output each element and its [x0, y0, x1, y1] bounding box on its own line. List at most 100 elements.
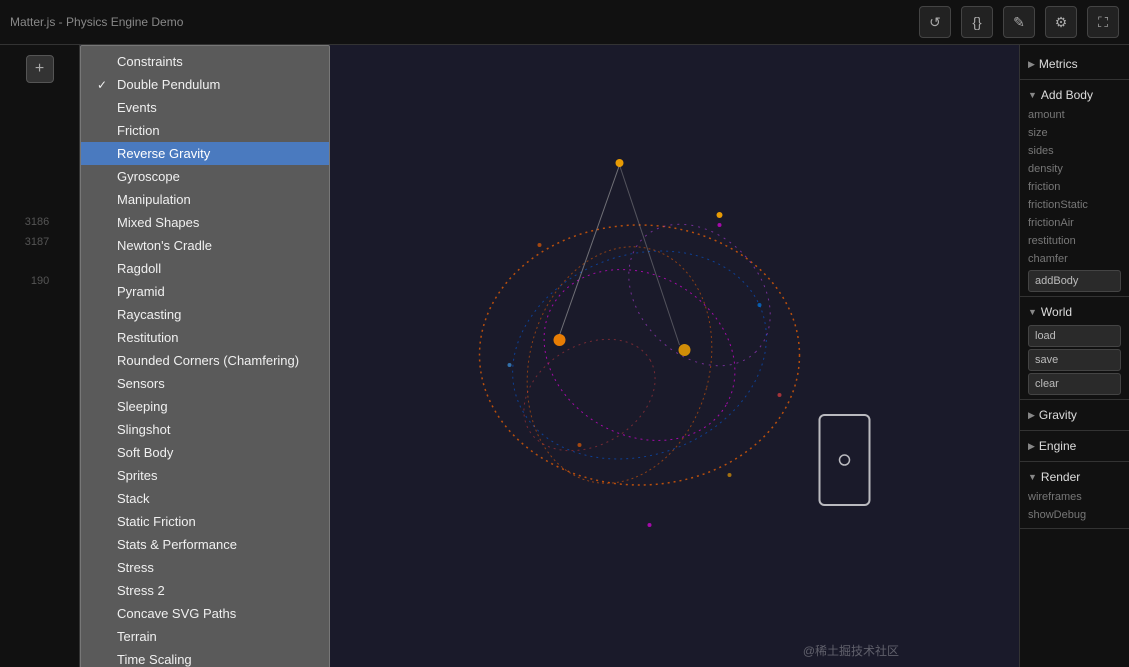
number-3186: 3186 [25, 213, 49, 233]
sidebar-section-header-engine[interactable]: ▶ Engine [1020, 435, 1129, 457]
fullscreen-button[interactable]: ⛶ [1087, 6, 1119, 38]
section-divider [1020, 79, 1129, 80]
dropdown-item-restitution[interactable]: Restitution [81, 326, 329, 349]
left-sidebar: + 3186 3187 190 [0, 45, 80, 667]
size-label: size [1020, 124, 1129, 142]
dropdown-item-rounded-corners-chamfering[interactable]: Rounded Corners (Chamfering) [81, 349, 329, 372]
dropdown-item-events[interactable]: Events [81, 96, 329, 119]
sidebar-section-header-render[interactable]: ▼ Render [1020, 466, 1129, 488]
dropdown-item-label: Soft Body [117, 445, 173, 460]
dropdown-item-sprites[interactable]: Sprites [81, 464, 329, 487]
section-divider [1020, 399, 1129, 400]
toolbar-title: Matter.js - Physics Engine Demo [10, 15, 909, 29]
dropdown-item-label: Constraints [117, 54, 183, 69]
dropdown-item-raycasting[interactable]: Raycasting [81, 303, 329, 326]
dropdown-item-label: Pyramid [117, 284, 165, 299]
dropdown-item-label: Ragdoll [117, 261, 161, 276]
dropdown-item-label: Double Pendulum [117, 77, 220, 92]
dropdown-item-constraints[interactable]: Constraints [81, 50, 329, 73]
canvas-area[interactable]: Constraints ✓Double Pendulum Events Frictio… [80, 45, 1019, 667]
dropdown-item-stress[interactable]: Stress [81, 556, 329, 579]
dropdown-item-label: Manipulation [117, 192, 191, 207]
sidebar-numbers: 3186 3187 190 [25, 213, 54, 292]
right-sidebar: ▶Metrics▼Add Bodyamountsizesidesdensityf… [1019, 45, 1129, 667]
dropdown-item-label: Rounded Corners (Chamfering) [117, 353, 299, 368]
load-button[interactable]: load [1028, 325, 1121, 347]
sidebar-section-header-gravity[interactable]: ▶Gravity [1020, 404, 1129, 426]
settings-button[interactable]: ⚙ [1045, 6, 1077, 38]
section-divider [1020, 528, 1129, 529]
chevron-right-icon: ▶ [1028, 59, 1035, 70]
toolbar: Matter.js - Physics Engine Demo ↺ {} ✎ ⚙… [0, 0, 1129, 45]
refresh-button[interactable]: ↺ [919, 6, 951, 38]
section-title: Gravity [1039, 408, 1077, 422]
section-title: Render [1041, 470, 1080, 484]
addBody-button[interactable]: addBody [1028, 270, 1121, 292]
dropdown-item-concave-svg-paths[interactable]: Concave SVG Paths [81, 602, 329, 625]
dropdown-item-stats--performance[interactable]: Stats & Performance [81, 533, 329, 556]
dropdown-item-label: Gyroscope [117, 169, 180, 184]
dropdown-item-stack[interactable]: Stack [81, 487, 329, 510]
dropdown-item-double-pendulum[interactable]: ✓Double Pendulum [81, 73, 329, 96]
sidebar-section-header-world[interactable]: ▼World [1020, 301, 1129, 323]
dropdown-item-label: Events [117, 100, 157, 115]
chevron-down-icon: ▼ [1028, 90, 1037, 100]
section-title: Engine [1039, 439, 1076, 453]
dropdown-item-label: Terrain [117, 629, 157, 644]
dropdown-item-label: Mixed Shapes [117, 215, 199, 230]
dropdown-item-reverse-gravity[interactable]: Reverse Gravity [81, 142, 329, 165]
section-divider [1020, 461, 1129, 462]
dropdown-item-label: Stress [117, 560, 154, 575]
dropdown-item-label: Stress 2 [117, 583, 165, 598]
dropdown-item-label: Concave SVG Paths [117, 606, 236, 621]
dropdown-item-sleeping[interactable]: Sleeping [81, 395, 329, 418]
dropdown-item-label: Stack [117, 491, 150, 506]
dropdown-item-label: Time Scaling [117, 652, 192, 667]
draw-button[interactable]: ✎ [1003, 6, 1035, 38]
dropdown-item-label: Stats & Performance [117, 537, 237, 552]
main-layout: + 3186 3187 190 Constraints ✓Double Pendu… [0, 45, 1129, 667]
sides-label: sides [1020, 142, 1129, 160]
sidebar-section-header-add-body[interactable]: ▼ Add Body [1020, 84, 1129, 106]
dropdown-item-stress-2[interactable]: Stress 2 [81, 579, 329, 602]
clear-button[interactable]: clear [1028, 373, 1121, 395]
chevron-down-icon: ▼ [1028, 472, 1037, 482]
dropdown-item-soft-body[interactable]: Soft Body [81, 441, 329, 464]
dropdown-item-pyramid[interactable]: Pyramid [81, 280, 329, 303]
restitution-label: restitution [1020, 232, 1129, 250]
sidebar-section-render: ▼ Render wireframesshowDebug [1020, 466, 1129, 529]
dropdown-item-manipulation[interactable]: Manipulation [81, 188, 329, 211]
dropdown-item-mixed-shapes[interactable]: Mixed Shapes [81, 211, 329, 234]
section-title: Add Body [1041, 88, 1093, 102]
section-title: World [1041, 305, 1072, 319]
dropdown-item-friction[interactable]: Friction [81, 119, 329, 142]
dropdown-item-label: Slingshot [117, 422, 170, 437]
dropdown-item-label: Sleeping [117, 399, 168, 414]
dropdown-item-label: Static Friction [117, 514, 196, 529]
dropdown-item-sensors[interactable]: Sensors [81, 372, 329, 395]
dropdown-item-time-scaling[interactable]: Time Scaling [81, 648, 329, 667]
dropdown-item-label: Newton's Cradle [117, 238, 212, 253]
dropdown-item-static-friction[interactable]: Static Friction [81, 510, 329, 533]
dropdown-item-label: Sensors [117, 376, 165, 391]
save-button[interactable]: save [1028, 349, 1121, 371]
showDebug-label: showDebug [1020, 506, 1129, 524]
add-button[interactable]: + [26, 55, 54, 83]
code-button[interactable]: {} [961, 6, 993, 38]
watermark: @稀土掘技术社区 [803, 642, 899, 659]
dropdown-item-label: Restitution [117, 330, 178, 345]
section-divider [1020, 430, 1129, 431]
chevron-right-icon: ▶ [1028, 441, 1035, 452]
dropdown-item-newtons-cradle[interactable]: Newton's Cradle [81, 234, 329, 257]
demo-dropdown: Constraints ✓Double Pendulum Events Frictio… [80, 45, 330, 667]
dropdown-item-terrain[interactable]: Terrain [81, 625, 329, 648]
wireframes-label: wireframes [1020, 488, 1129, 506]
sidebar-section-metrics: ▶Metrics [1020, 53, 1129, 80]
dropdown-item-ragdoll[interactable]: Ragdoll [81, 257, 329, 280]
dropdown-item-label: Raycasting [117, 307, 181, 322]
dropdown-item-gyroscope[interactable]: Gyroscope [81, 165, 329, 188]
dropdown-item-label: Reverse Gravity [117, 146, 210, 161]
sidebar-section-header-metrics[interactable]: ▶Metrics [1020, 53, 1129, 75]
number-190: 190 [25, 272, 49, 292]
dropdown-item-slingshot[interactable]: Slingshot [81, 418, 329, 441]
